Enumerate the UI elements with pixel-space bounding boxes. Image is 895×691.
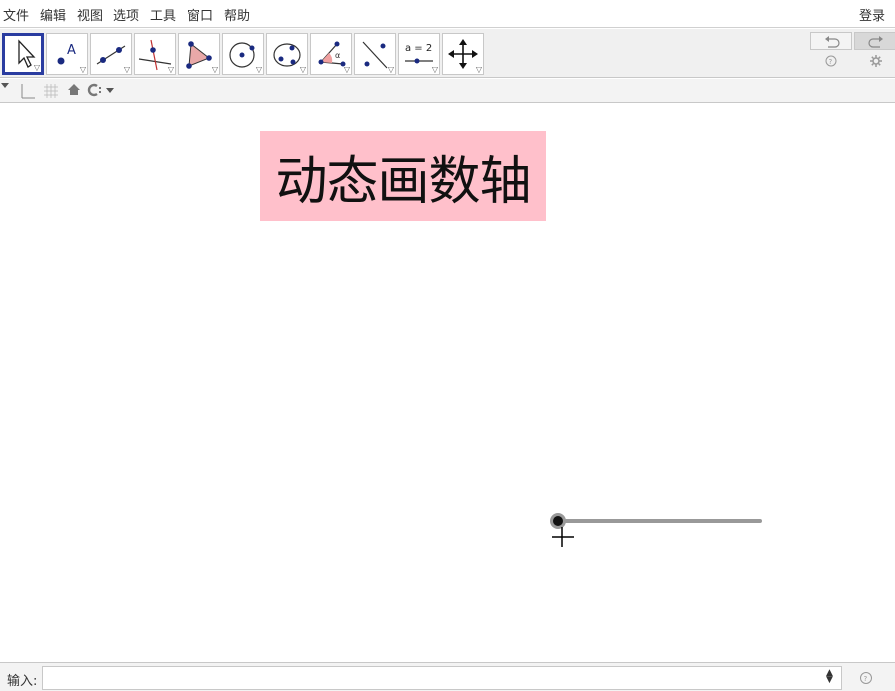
gear-icon[interactable]: [869, 54, 883, 68]
svg-text:?: ?: [864, 675, 868, 683]
help-icon[interactable]: ?: [824, 54, 838, 68]
home-icon[interactable]: [67, 83, 81, 97]
tool-perpendicular[interactable]: ▽: [134, 33, 176, 75]
svg-text:?: ?: [829, 58, 833, 66]
input-bar: 输入: ▲ ▼ ?: [0, 662, 895, 691]
slider-widget[interactable]: [540, 504, 770, 554]
menu-view[interactable]: 视图: [77, 5, 103, 24]
input-field[interactable]: [42, 666, 842, 690]
tool-reflect[interactable]: ▽: [354, 33, 396, 75]
login-link[interactable]: 登录: [859, 5, 885, 24]
point-capture-icon[interactable]: [87, 83, 119, 97]
chevron-down-icon: ▽: [299, 65, 306, 74]
chevron-down-icon: ▽: [123, 65, 130, 74]
tool-move[interactable]: ▽: [2, 33, 44, 75]
chevron-down-icon: ▽: [79, 65, 86, 74]
title-text: 动态画数轴: [275, 151, 531, 212]
tool-angle[interactable]: α ▽: [310, 33, 352, 75]
menu-help[interactable]: 帮助: [224, 5, 250, 24]
svg-text:A: A: [67, 43, 76, 58]
history-spinner-icon[interactable]: ▲ ▼: [826, 669, 833, 685]
chevron-down-icon: ▽: [431, 65, 438, 74]
tool-point[interactable]: A ▽: [46, 33, 88, 75]
chevron-down-icon: ▽: [343, 65, 350, 74]
chevron-down-icon: ▽: [255, 65, 262, 74]
style-bar: [0, 79, 895, 103]
tool-conic[interactable]: ▽: [266, 33, 308, 75]
menu-file[interactable]: 文件: [3, 5, 29, 24]
toolbar: ▽ A ▽ ▽ ▽ ▽ ▽ ▽ α ▽ ▽ a = 2 ▽ ▽ ?: [0, 29, 895, 78]
axes-icon[interactable]: [20, 83, 36, 99]
tool-move-view[interactable]: ▽: [442, 33, 484, 75]
svg-text:α: α: [335, 51, 340, 60]
redo-icon: [868, 36, 883, 48]
tool-line[interactable]: ▽: [90, 33, 132, 75]
menu-window[interactable]: 窗口: [187, 5, 213, 24]
svg-text:a = 2: a = 2: [405, 43, 432, 54]
toggle-stylebar-icon[interactable]: [0, 81, 10, 91]
slider-handle[interactable]: [553, 516, 563, 526]
chevron-down-icon: ▽: [167, 65, 174, 74]
menu-edit[interactable]: 编辑: [40, 5, 66, 24]
crosshair-cursor-icon: [552, 527, 574, 547]
tool-slider[interactable]: a = 2 ▽: [398, 33, 440, 75]
menu-options[interactable]: 选项: [113, 5, 139, 24]
chevron-down-icon: ▽: [475, 65, 482, 74]
undo-button[interactable]: [810, 32, 852, 50]
title-text-box[interactable]: 动态画数轴: [260, 131, 546, 221]
menu-tools[interactable]: 工具: [150, 5, 176, 24]
chevron-down-icon: ▽: [387, 65, 394, 74]
input-label: 输入:: [7, 674, 38, 689]
redo-button[interactable]: [854, 32, 895, 50]
tool-polygon[interactable]: ▽: [178, 33, 220, 75]
chevron-down-icon: ▽: [211, 65, 218, 74]
grid-icon[interactable]: [43, 83, 59, 99]
tool-circle[interactable]: ▽: [222, 33, 264, 75]
menu-bar: 文件 编辑 视图 选项 工具 窗口 帮助 登录: [0, 0, 895, 28]
chevron-down-icon: ▽: [33, 63, 40, 72]
help-icon[interactable]: ?: [859, 671, 873, 685]
graphics-view[interactable]: 动态画数轴: [0, 104, 895, 661]
undo-icon: [825, 36, 840, 48]
